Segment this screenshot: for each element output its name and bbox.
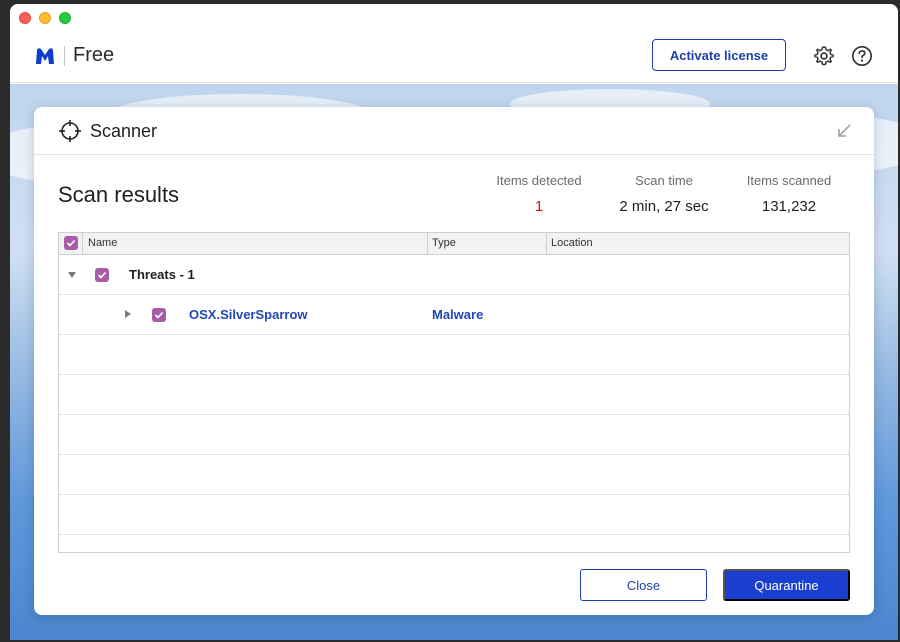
stat-value: 2 min, 27 sec [619,198,709,215]
disclosure-down-icon[interactable] [67,270,77,280]
stat-label: Items scanned [746,173,832,188]
threat-group-row[interactable]: Threats - 1 [59,255,849,295]
disclosure-right-icon[interactable] [123,309,133,319]
threat-group-checkbox[interactable] [95,268,109,282]
stat-label: Scan time [635,173,693,188]
close-button[interactable]: Close [580,569,707,601]
column-header-location[interactable]: Location [547,233,847,254]
header-select-all [59,233,83,254]
scanner-title: Scanner [90,121,158,141]
brand-separator [64,45,65,66]
app-header: Free Activate license [10,4,898,83]
scanner-panel-header: Scanner [34,107,874,155]
scanner-panel: Scanner Scan results Items detected 1 Sc… [34,107,874,615]
brand: Free [34,44,114,67]
empty-row [59,375,849,415]
crosshair-icon [59,120,81,142]
column-header-type[interactable]: Type [428,233,547,254]
gear-icon[interactable] [813,45,835,67]
stat-label: Items detected [496,173,582,188]
stat-value: 131,232 [761,198,817,215]
app-window: Free Activate license Scanner Scan resul… [10,4,898,640]
empty-row [59,415,849,455]
threat-type: Malware [432,307,484,322]
window-maximize-button[interactable] [59,12,71,24]
malwarebytes-logo-icon [36,47,54,64]
window-close-button[interactable] [19,12,31,24]
check-icon [154,311,164,319]
activate-license-button[interactable]: Activate license [652,39,786,71]
plan-label: Free [73,44,115,66]
results-table: Name Type Location Threats - 1 OSX.Silve… [58,232,850,553]
help-icon[interactable] [851,45,873,67]
window-controls [19,12,71,24]
threat-group-label: Threats - 1 [129,267,195,282]
empty-row [59,455,849,495]
item-checkbox[interactable] [152,308,166,322]
stat-scan-time: Scan time 2 min, 27 sec [614,173,714,215]
table-header: Name Type Location [59,233,849,255]
empty-row [59,335,849,375]
select-all-checkbox[interactable] [64,236,78,250]
quarantine-button[interactable]: Quarantine [723,569,850,601]
check-icon [97,271,107,279]
scan-results-heading: Scan results [58,182,180,207]
window-minimize-button[interactable] [39,12,51,24]
check-icon [66,239,76,247]
empty-row [59,495,849,535]
table-row[interactable]: OSX.SilverSparrow Malware [59,295,849,335]
stat-value: 1 [534,198,544,215]
stat-items-detected: Items detected 1 [489,173,589,215]
threat-name-link[interactable]: OSX.SilverSparrow [189,307,308,322]
stat-items-scanned: Items scanned 131,232 [734,173,844,215]
collapse-arrow-icon[interactable] [836,123,852,139]
column-header-name[interactable]: Name [84,233,428,254]
